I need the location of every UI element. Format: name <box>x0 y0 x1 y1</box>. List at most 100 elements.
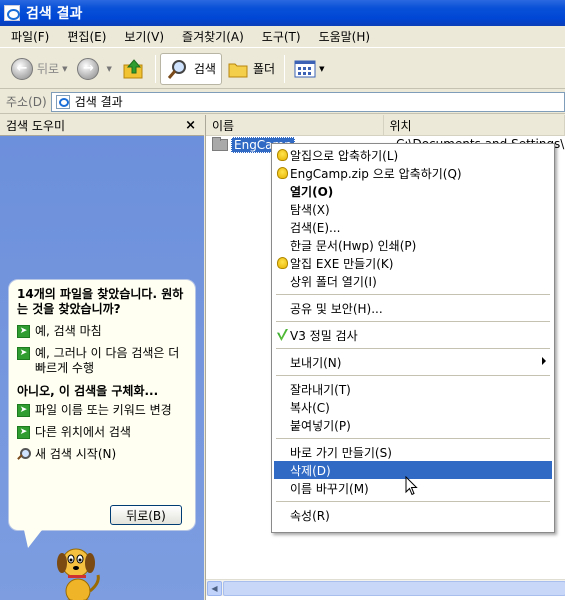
window-title: 검색 결과 <box>26 6 83 22</box>
search-companion-body: 14개의 파일을 찾았습니다. 원하는 것을 찾았습니까? ➤ 예, 검색 마침… <box>0 136 204 600</box>
menu-item-label: 공유 및 보안(H)... <box>290 301 383 316</box>
menu-item-label: 속성(R) <box>290 508 330 523</box>
menu-item-label: 알집 EXE 만들기(K) <box>290 256 394 271</box>
menu-separator <box>276 294 550 295</box>
menu-item-label: 한글 문서(Hwp) 인쇄(P) <box>290 238 417 253</box>
address-value: 검색 결과 <box>74 95 123 109</box>
back-arrow-icon: ← <box>11 57 33 80</box>
menu-item-paste[interactable]: 붙여넣기(P) <box>274 416 552 434</box>
toolbar: ← 뒤로 ▼ → ▼ 검색 폴더 ▼ <box>0 49 565 89</box>
up-folder-icon <box>123 58 143 78</box>
menu-item-create-shortcut[interactable]: 바로 가기 만들기(S) <box>274 443 552 461</box>
address-label: 주소(D) <box>6 95 47 109</box>
option-change-filename[interactable]: ➤ 파일 이름 또는 키워드 변경 <box>17 403 187 418</box>
option-faster-search[interactable]: ➤ 예, 그러나 이 다음 검색은 더 빠르게 수행 <box>17 346 187 376</box>
address-input[interactable]: 검색 결과 <box>50 91 565 112</box>
folders-button[interactable]: 폴더 <box>222 53 280 85</box>
green-arrow-icon: ➤ <box>17 426 30 439</box>
scroll-left-icon[interactable]: ◀ <box>207 581 222 596</box>
alzip-bulb-icon <box>277 167 288 179</box>
menu-item-open[interactable]: 열기(O) <box>274 182 552 200</box>
back-search-button[interactable]: 뒤로(B) <box>110 505 182 525</box>
green-arrow-icon: ➤ <box>17 404 30 417</box>
menu-item-label: 알집으로 압축하기(L) <box>290 148 399 163</box>
context-menu: 알집으로 압축하기(L) EngCamp.zip 으로 압축하기(Q) 열기(O… <box>271 143 555 533</box>
menu-separator <box>276 501 550 502</box>
menu-bar: 파일(F) 편집(E) 보기(V) 즐겨찾기(A) 도구(T) 도움말(H) <box>0 26 565 48</box>
folder-icon <box>228 63 248 77</box>
menu-item-label: 보내기(N) <box>290 355 342 370</box>
submenu-arrow-icon <box>542 357 546 365</box>
v3-icon <box>277 329 288 341</box>
menu-separator <box>276 321 550 322</box>
search-result-question: 14개의 파일을 찾았습니다. 원하는 것을 찾았습니까? <box>17 287 184 316</box>
menu-edit[interactable]: 편집(E) <box>64 27 109 46</box>
menu-item-label: 바로 가기 만들기(S) <box>290 445 392 460</box>
menu-help[interactable]: 도움말(H) <box>316 27 374 46</box>
option-new-search[interactable]: 새 검색 시작(N) <box>17 447 187 462</box>
folder-icon <box>212 137 228 151</box>
forward-arrow-icon: → <box>77 57 100 80</box>
menu-item-label: 복사(C) <box>290 400 330 415</box>
menu-item-copy[interactable]: 복사(C) <box>274 398 552 416</box>
search-results-icon <box>55 94 70 109</box>
menu-item-print-hwp[interactable]: 한글 문서(Hwp) 인쇄(P) <box>274 236 552 254</box>
menu-item-label: 붙여넣기(P) <box>290 418 351 433</box>
search-companion-pane: 검색 도우미 × 14개의 파일을 찾았습니다. 원하는 것을 찾았습니까? ➤… <box>0 115 204 600</box>
refine-heading: 아니오, 이 검색을 구체화... <box>17 384 159 398</box>
menu-item-label: EngCamp.zip 으로 압축하기(Q) <box>290 166 462 181</box>
option-label: 다른 위치에서 검색 <box>35 425 131 439</box>
views-dropdown-icon[interactable]: ▼ <box>319 65 324 73</box>
scrollbar-thumb[interactable] <box>223 581 565 596</box>
menu-item-label: 탐색(X) <box>290 202 330 217</box>
option-label: 예, 검색 마침 <box>35 324 102 338</box>
menu-separator <box>276 348 550 349</box>
menu-item-compress-zip[interactable]: EngCamp.zip 으로 압축하기(Q) <box>274 164 552 182</box>
close-pane-icon[interactable]: × <box>185 118 196 133</box>
menu-item-v3-scan[interactable]: V3 정밀 검사 <box>274 326 552 344</box>
menu-item-explore[interactable]: 탐색(X) <box>274 200 552 218</box>
menu-tools[interactable]: 도구(T) <box>259 27 304 46</box>
title-bar: 검색 결과 <box>0 0 565 26</box>
option-other-location[interactable]: ➤ 다른 위치에서 검색 <box>17 425 187 440</box>
search-companion-title: 검색 도우미 <box>6 118 66 133</box>
menu-favorites[interactable]: 즐겨찾기(A) <box>179 27 247 46</box>
views-button[interactable]: ▼ <box>289 53 329 85</box>
alzip-bulb-icon <box>277 149 288 161</box>
menu-separator <box>276 438 550 439</box>
search-window-icon <box>4 5 20 21</box>
back-dropdown-icon[interactable]: ▼ <box>62 65 67 73</box>
column-header-location[interactable]: 위치 <box>384 115 565 135</box>
menu-item-open-parent[interactable]: 상위 폴더 열기(I) <box>274 272 552 290</box>
menu-item-label: 잘라내기(T) <box>290 382 351 397</box>
menu-item-alzip-exe[interactable]: 알집 EXE 만들기(K) <box>274 254 552 272</box>
search-button[interactable]: 검색 <box>159 52 222 85</box>
toolbar-separator <box>154 54 156 83</box>
option-finish-search[interactable]: ➤ 예, 검색 마침 <box>17 324 187 339</box>
column-header-name[interactable]: 이름 <box>206 115 384 135</box>
menu-item-label: 검색(E)... <box>290 220 341 235</box>
search-button-label: 검색 <box>193 62 216 76</box>
menu-item-label: 열기(O) <box>290 184 334 199</box>
menu-separator <box>276 375 550 376</box>
forward-button[interactable]: → ▼ <box>72 53 116 85</box>
menu-item-alzip-compress[interactable]: 알집으로 압축하기(L) <box>274 146 552 164</box>
balloon-tail <box>24 530 42 548</box>
address-bar: 주소(D) 검색 결과 <box>0 90 565 114</box>
menu-item-send-to[interactable]: 보내기(N) <box>274 353 552 371</box>
folders-button-label: 폴더 <box>252 62 276 76</box>
menu-item-cut[interactable]: 잘라내기(T) <box>274 380 552 398</box>
menu-file[interactable]: 파일(F) <box>8 27 52 46</box>
mouse-cursor-icon <box>405 476 418 496</box>
green-arrow-icon: ➤ <box>17 347 30 360</box>
horizontal-scrollbar[interactable]: ◀ <box>206 579 565 596</box>
forward-dropdown-icon[interactable]: ▼ <box>106 65 111 73</box>
search-companion-header: 검색 도우미 × <box>0 115 204 136</box>
option-label: 파일 이름 또는 키워드 변경 <box>35 403 172 417</box>
menu-view[interactable]: 보기(V) <box>121 27 167 46</box>
menu-item-search[interactable]: 검색(E)... <box>274 218 552 236</box>
menu-item-properties[interactable]: 속성(R) <box>274 506 552 524</box>
back-button[interactable]: ← 뒤로 ▼ <box>6 53 72 85</box>
up-folder-button[interactable] <box>117 53 151 85</box>
menu-item-sharing-security[interactable]: 공유 및 보안(H)... <box>274 299 552 317</box>
